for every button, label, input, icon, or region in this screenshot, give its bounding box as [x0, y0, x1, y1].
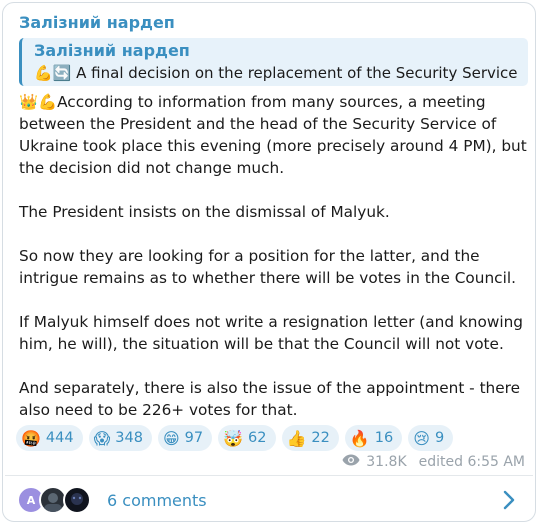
reaction-grin[interactable]: 😁 97	[157, 425, 213, 451]
post-paragraph-2: The President insists on the dismissal o…	[19, 203, 390, 221]
reaction-angry[interactable]: 🤬 444	[16, 425, 83, 451]
thumbs-up-icon: 👍	[286, 428, 307, 448]
post-paragraph-3: So now they are looking for a position f…	[19, 247, 516, 287]
reaction-mind-blown[interactable]: 🤯 62	[218, 425, 276, 451]
post-paragraph-1: 👑💪According to information from many sou…	[19, 93, 527, 177]
message-meta: 31.8K edited 6:55 AM	[342, 454, 525, 470]
reaction-scream[interactable]: 😱 348	[88, 425, 152, 451]
view-count: 31.8K	[366, 454, 407, 470]
reply-snippet: A final decision on the replacement of t…	[76, 64, 518, 82]
chevron-right-icon	[503, 490, 515, 514]
reply-text: 💪🔄 A final decision on the replacement o…	[34, 64, 524, 82]
reaction-cry[interactable]: 😢 9	[408, 425, 454, 451]
reply-emoji: 💪🔄	[34, 64, 72, 82]
reaction-count: 62	[248, 430, 267, 446]
screaming-face-icon: 😱	[93, 428, 111, 448]
lead-emoji: 👑💪	[19, 93, 58, 111]
reaction-thumbs-up[interactable]: 👍 22	[281, 425, 339, 451]
message-bubble: Залізний нардеп Залізний нардеп 💪🔄 A fin…	[2, 2, 536, 522]
reactions-bar: 🤬 444 😱 348 😁 97 🤯 62 👍 22 🔥 16 😢 9	[16, 425, 454, 451]
eye-icon	[342, 454, 360, 470]
fire-icon: 🔥	[349, 428, 370, 448]
crying-face-icon: 😢	[413, 428, 430, 448]
comments-button[interactable]: A 6 comments	[3, 476, 535, 523]
post-paragraph-5: And separately, there is also the issue …	[19, 379, 521, 419]
post-text: 👑💪According to information from many sou…	[19, 91, 529, 421]
grinning-face-icon: 😁	[162, 428, 180, 448]
mind-blown-icon: 🤯	[223, 428, 244, 448]
channel-name[interactable]: Залізний нардеп	[19, 13, 175, 32]
reaction-count: 97	[184, 430, 204, 446]
reaction-count: 444	[45, 430, 74, 446]
comments-label: 6 comments	[107, 491, 207, 510]
reply-title: Залізний нардеп	[34, 41, 190, 60]
reaction-count: 9	[434, 430, 445, 446]
angry-face-icon: 🤬	[21, 428, 41, 448]
reaction-count: 22	[311, 430, 330, 446]
reaction-count: 348	[115, 430, 143, 446]
reply-preview[interactable]: Залізний нардеп 💪🔄 A final decision on t…	[19, 38, 528, 86]
reaction-fire[interactable]: 🔥 16	[344, 425, 403, 451]
reaction-count: 16	[374, 430, 394, 446]
edited-time: edited 6:55 AM	[418, 454, 525, 470]
avatar	[63, 486, 91, 514]
post-paragraph-4: If Malyuk himself does not write a resig…	[19, 313, 523, 353]
